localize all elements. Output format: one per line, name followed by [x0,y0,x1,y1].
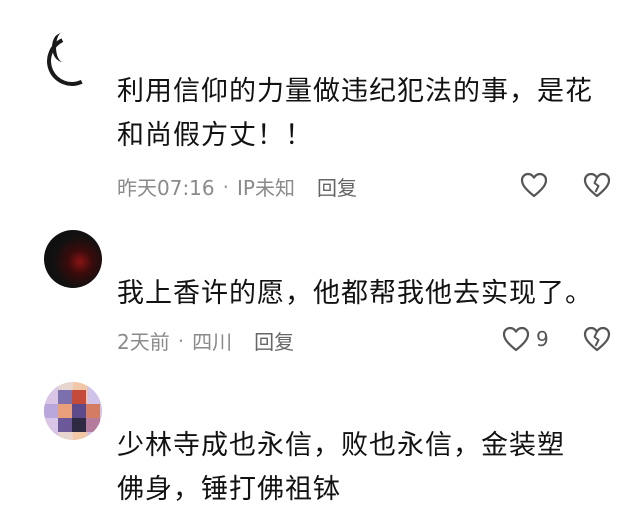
broken-heart-icon [583,172,611,198]
dislike-button[interactable] [583,172,611,198]
comment-meta: 昨天07:16 · IP未知 回复 [117,172,357,201]
broken-heart-icon [583,326,611,352]
comment-location: 四川 [192,330,233,354]
like-count: 9 [536,327,549,351]
reply-button[interactable]: 回复 [254,326,294,355]
like-button[interactable]: 9 [502,326,549,352]
avatar[interactable] [44,230,102,288]
like-button[interactable] [520,172,554,198]
comment-list: 利用信仰的力量做违纪犯法的事，是花和尚假方丈！！ 昨天07:16 · IP未知 回复 … [0,0,640,523]
separator-dot: · [222,174,229,199]
comment-text: 利用信仰的力量做违纪犯法的事，是花和尚假方丈！！ [117,76,593,151]
comment-text: 我上香许的愿，他都帮我他去实现了。 [117,278,593,309]
comment-time: 2天前 [117,330,170,354]
avatar[interactable] [44,30,102,88]
avatar[interactable] [44,382,102,440]
comment-location: IP未知 [237,176,295,200]
comment-text: 少林寺成也永信，败也永信，金装塑佛身，锤打佛祖钵 [117,430,565,505]
separator-dot: · [177,328,185,353]
dislike-button[interactable] [583,326,611,352]
reply-button[interactable]: 回复 [317,172,357,201]
heart-outline-icon [520,172,548,198]
heart-outline-icon [502,326,530,352]
comment-meta: 2天前 · 四川 回复 [117,326,294,355]
comment-time: 昨天07:16 [117,176,215,200]
